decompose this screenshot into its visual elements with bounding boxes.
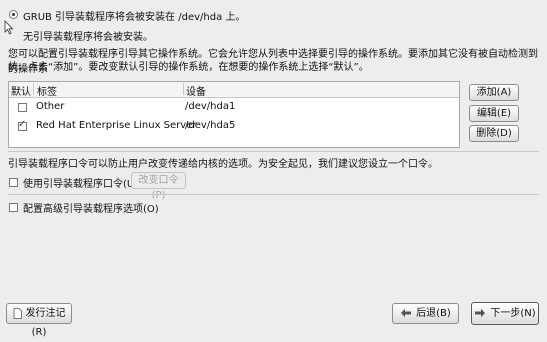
mouse-pointer-icon	[4, 20, 14, 35]
advanced-options-checkbox[interactable]	[9, 203, 18, 212]
table-header: 默认 标签 设备	[9, 82, 459, 98]
grub-radio-label[interactable]: GRUB 引导装载程序将会被安装在 /dev/hda 上。	[23, 8, 245, 23]
default-checkbox-rhel[interactable]: ✓	[18, 119, 27, 131]
use-password-checkbox[interactable]	[9, 178, 18, 187]
header-default[interactable]: 默认	[11, 83, 31, 98]
separator	[8, 194, 539, 195]
none-radio-label[interactable]: 无引导装载程序将会被安装。	[23, 28, 153, 43]
default-checkbox-other[interactable]	[18, 103, 27, 112]
delete-button[interactable]: 删除(D)	[469, 125, 519, 142]
header-device[interactable]: 设备	[186, 83, 206, 98]
edit-button[interactable]: 编辑(E)	[469, 105, 519, 122]
change-password-button[interactable]: 改变口令(P)	[131, 172, 186, 201]
os-label: Red Hat Enterprise Linux Server	[36, 120, 197, 131]
password-description: 引导装载程序口令可以防止用户改变传递给内核的选项。为安全起见，我们建议您设立一个…	[8, 159, 438, 170]
back-label: 后退(B)	[416, 308, 451, 319]
separator	[8, 151, 539, 152]
os-label: Other	[36, 101, 65, 112]
use-password-label[interactable]: 使用引导装载程序口令(U)	[23, 175, 138, 190]
grub-radio[interactable]	[9, 10, 18, 19]
advanced-options-label[interactable]: 配置高级引导装载程序选项(O)	[23, 200, 159, 215]
header-label[interactable]: 标签	[37, 83, 57, 98]
release-notes-label: 发行注记(R)	[25, 308, 66, 338]
next-button[interactable]: 下一步(N)	[471, 302, 539, 325]
os-table: 默认 标签 设备 Other /dev/hda1 ✓ Red Hat Enter…	[8, 81, 460, 148]
document-icon	[13, 307, 22, 319]
table-row[interactable]: Other /dev/hda1	[9, 99, 459, 119]
release-notes-button[interactable]: 发行注记(R)	[6, 303, 72, 338]
os-device: /dev/hda1	[185, 101, 236, 112]
table-row[interactable]: ✓ Red Hat Enterprise Linux Server /dev/h…	[9, 118, 459, 138]
description-line-2: 统，点击“添加”。要改变默认引导的操作系统，在想要的操作系统上选择“默认”。	[8, 62, 369, 73]
arrow-left-icon	[401, 308, 412, 318]
add-button[interactable]: 添加(A)	[469, 84, 519, 101]
arrow-right-icon	[475, 308, 486, 318]
checkmark-icon: ✓	[18, 119, 27, 130]
next-label: 下一步(N)	[490, 308, 536, 319]
back-button[interactable]: 后退(B)	[392, 303, 459, 324]
os-device: /dev/hda5	[185, 120, 236, 131]
